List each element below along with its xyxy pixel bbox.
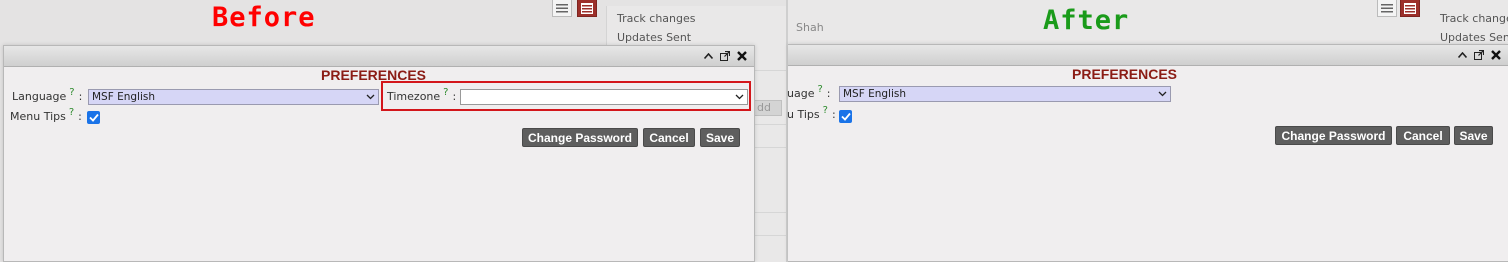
timezone-label: Timezone	[387, 90, 441, 103]
language-select-value: MSF English	[843, 88, 907, 100]
help-icon[interactable]: ?	[443, 87, 448, 98]
table-view-icon	[581, 2, 593, 14]
cancel-button[interactable]: Cancel	[643, 128, 695, 147]
minimize-icon[interactable]	[702, 50, 714, 62]
help-icon[interactable]: ?	[69, 87, 74, 98]
table-view-icon	[1404, 2, 1416, 14]
help-icon[interactable]: ?	[817, 84, 822, 95]
table-view-button[interactable]	[577, 0, 597, 17]
change-password-button[interactable]: Change Password	[522, 128, 638, 147]
list-view-button[interactable]	[1377, 0, 1397, 17]
list-view-icon	[556, 4, 568, 13]
language-select-value: MSF English	[92, 91, 156, 103]
track-changes-link[interactable]: Track changes	[1440, 10, 1508, 28]
checkmark-icon	[840, 112, 851, 121]
popout-icon[interactable]	[719, 50, 731, 62]
menu-tips-label: Menu Tips	[10, 110, 66, 123]
timezone-select[interactable]	[460, 89, 748, 105]
after-label: After	[1043, 5, 1130, 36]
language-label-row: Language?:	[12, 87, 83, 103]
language-select[interactable]: MSF English	[839, 86, 1171, 102]
checkmark-icon	[88, 113, 99, 122]
popout-icon[interactable]	[1473, 49, 1485, 61]
language-label: uage	[787, 87, 815, 100]
timezone-label-row: Timezone?:	[387, 87, 457, 103]
page-title: PREFERENCES	[1072, 66, 1178, 82]
list-view-button[interactable]	[552, 0, 572, 17]
menu-tips-label: u Tips	[787, 108, 820, 121]
table-view-button[interactable]	[1400, 0, 1420, 17]
language-label-row: uage?:	[787, 84, 831, 100]
minimize-icon[interactable]	[1456, 49, 1468, 61]
change-password-button[interactable]: Change Password	[1275, 126, 1392, 145]
after-preferences-dialog: PREFERENCES uage?: MSF English u Tips?: …	[787, 44, 1508, 262]
menu-tips-checkbox[interactable]	[839, 110, 852, 123]
menu-tips-label-row: u Tips?:	[787, 105, 836, 121]
save-button[interactable]: Save	[1454, 126, 1493, 145]
list-view-icon	[1381, 4, 1393, 13]
before-preferences-dialog: PREFERENCES Language?: MSF English Timez…	[3, 45, 755, 262]
close-icon[interactable]	[1490, 49, 1502, 61]
language-select[interactable]: MSF English	[88, 89, 379, 105]
chevron-down-icon	[1158, 91, 1167, 97]
save-button[interactable]: Save	[700, 128, 740, 147]
close-icon[interactable]	[736, 50, 748, 62]
dialog-titlebar	[4, 46, 754, 67]
menu-tips-label-row: Menu Tips?:	[10, 107, 82, 123]
dialog-titlebar	[788, 45, 1508, 66]
menu-tips-checkbox[interactable]	[87, 111, 100, 124]
language-label: Language	[12, 90, 67, 103]
cancel-button[interactable]: Cancel	[1396, 126, 1450, 145]
before-label: Before	[212, 2, 316, 33]
chevron-down-icon	[366, 94, 375, 100]
chevron-down-icon	[735, 94, 744, 100]
help-icon[interactable]: ?	[69, 107, 74, 118]
help-icon[interactable]: ?	[823, 105, 828, 116]
before-add-button-partial[interactable]: dd	[752, 100, 782, 116]
user-name-fragment: Shah	[796, 21, 824, 34]
